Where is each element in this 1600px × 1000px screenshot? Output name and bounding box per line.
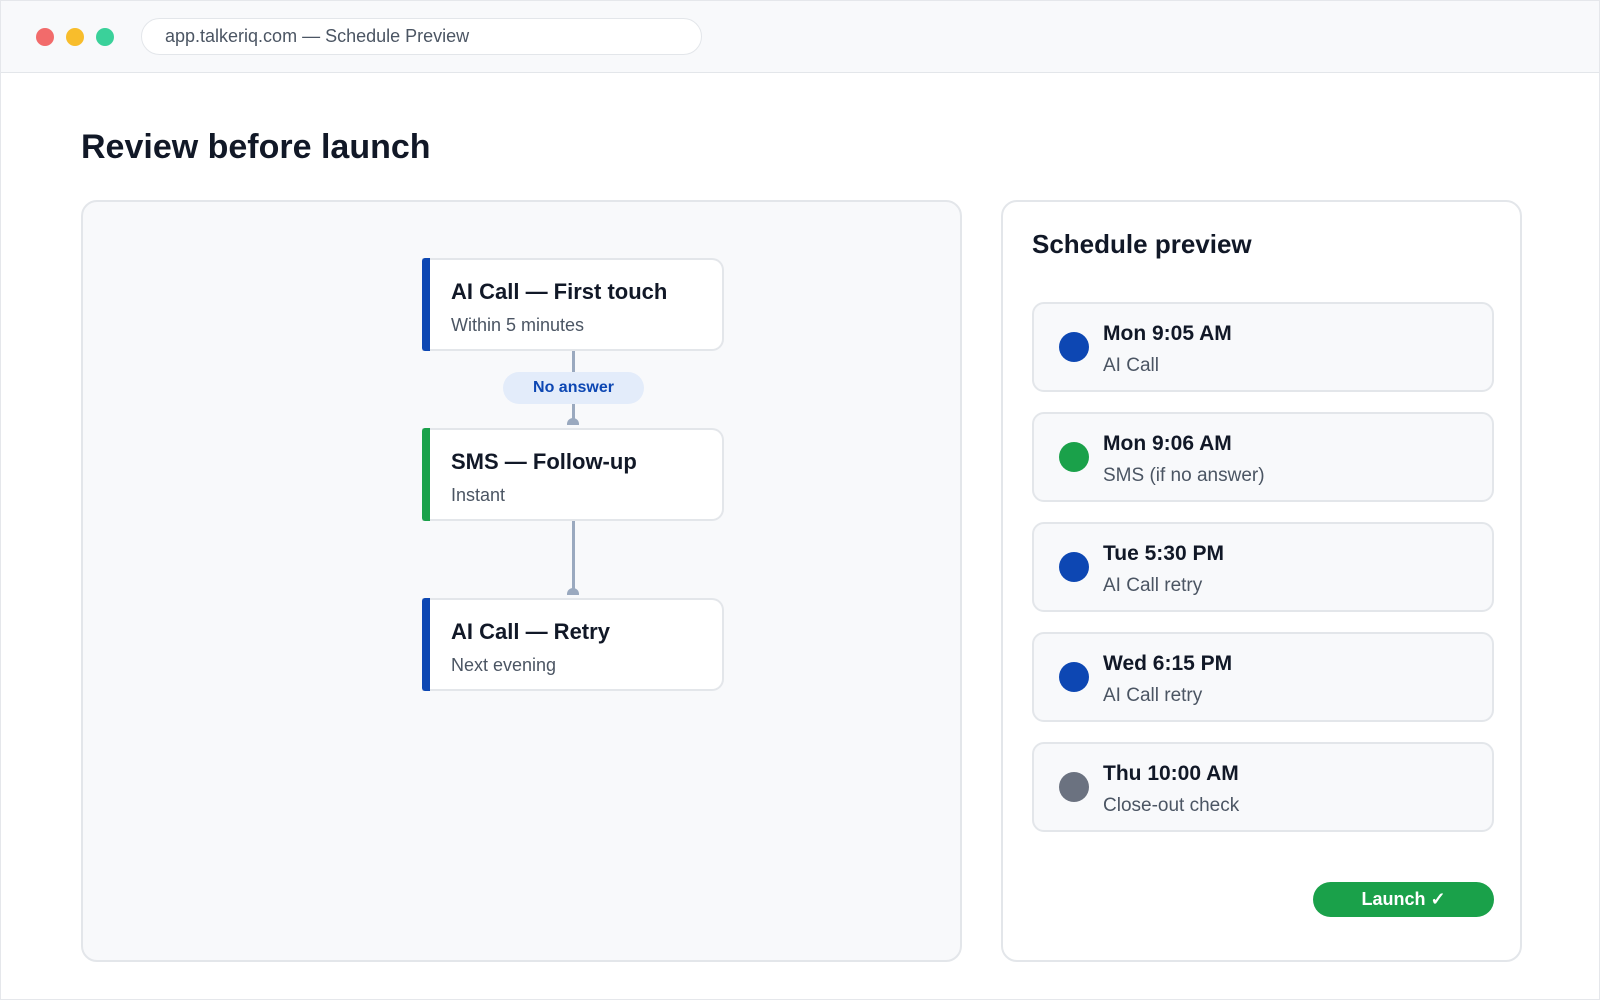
node-accent-bar — [422, 258, 430, 351]
schedule-description: SMS (if no answer) — [1103, 465, 1265, 486]
node-title: AI Call — First touch — [451, 279, 668, 304]
connector-arrow-icon — [567, 588, 579, 595]
flow-node-sms-follow-up[interactable]: SMS — Follow-up Instant — [422, 428, 724, 521]
launch-button[interactable]: Launch ✓ — [1313, 882, 1494, 917]
schedule-time: Mon 9:06 AM — [1103, 432, 1232, 455]
status-dot-icon — [1059, 772, 1089, 802]
node-subtitle: Next evening — [451, 655, 557, 675]
schedule-time: Mon 9:05 AM — [1103, 322, 1232, 345]
flow-connector — [572, 521, 575, 593]
schedule-description: Close-out check — [1103, 795, 1240, 816]
flow-connector — [572, 351, 575, 374]
schedule-item: Wed 6:15 PM AI Call retry — [1032, 632, 1494, 722]
address-bar[interactable]: app.talkeriq.com — Schedule Preview — [141, 18, 702, 55]
connector-arrow-icon — [567, 418, 579, 425]
node-accent-bar — [422, 598, 430, 691]
flow-canvas: AI Call — First touch Within 5 minutes N… — [81, 200, 962, 962]
maximize-window-icon[interactable] — [96, 28, 114, 46]
schedule-item: Mon 9:06 AM SMS (if no answer) — [1032, 412, 1494, 502]
close-window-icon[interactable] — [36, 28, 54, 46]
schedule-time: Tue 5:30 PM — [1103, 542, 1224, 565]
window-titlebar: app.talkeriq.com — Schedule Preview — [1, 1, 1599, 73]
node-subtitle: Within 5 minutes — [451, 315, 585, 335]
status-dot-icon — [1059, 552, 1089, 582]
schedule-preview-panel: Schedule preview Mon 9:05 AM AI Call Mon… — [1001, 200, 1522, 962]
schedule-title: Schedule preview — [1032, 229, 1252, 259]
status-dot-icon — [1059, 332, 1089, 362]
flow-node-ai-call-first-touch[interactable]: AI Call — First touch Within 5 minutes — [422, 258, 724, 351]
schedule-description: AI Call retry — [1103, 685, 1203, 706]
status-dot-icon — [1059, 442, 1089, 472]
schedule-description: AI Call — [1103, 355, 1159, 376]
page-title: Review before launch — [81, 128, 431, 166]
schedule-item: Thu 10:00 AM Close-out check — [1032, 742, 1494, 832]
node-accent-bar — [422, 428, 430, 521]
browser-window: app.talkeriq.com — Schedule Preview Revi… — [0, 0, 1600, 1000]
schedule-time: Thu 10:00 AM — [1103, 762, 1239, 785]
schedule-item: Mon 9:05 AM AI Call — [1032, 302, 1494, 392]
node-title: SMS — Follow-up — [451, 449, 637, 474]
flow-node-ai-call-retry[interactable]: AI Call — Retry Next evening — [422, 598, 724, 691]
minimize-window-icon[interactable] — [66, 28, 84, 46]
node-subtitle: Instant — [451, 485, 506, 505]
branch-label-no-answer: No answer — [503, 372, 644, 404]
schedule-description: AI Call retry — [1103, 575, 1203, 596]
schedule-time: Wed 6:15 PM — [1103, 652, 1233, 675]
schedule-item: Tue 5:30 PM AI Call retry — [1032, 522, 1494, 612]
node-title: AI Call — Retry — [451, 619, 610, 644]
status-dot-icon — [1059, 662, 1089, 692]
